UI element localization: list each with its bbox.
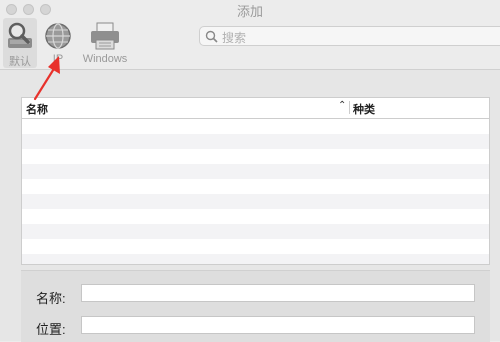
printer-form: 名称: 位置: [21,270,490,342]
printer-table[interactable]: 名称 ⌃ 种类 [21,97,490,265]
table-row[interactable] [22,179,489,194]
toolbar-item-label: 默认 [9,56,31,68]
name-label: 名称: [36,291,66,306]
table-row[interactable] [22,164,489,179]
globe-icon [45,23,71,49]
table-row[interactable] [22,239,489,254]
table-header: 名称 ⌃ 种类 [22,98,489,119]
toolbar-windows-button[interactable]: Windows [80,18,130,68]
toolbar-ip-button[interactable]: IP [40,18,76,68]
table-row[interactable] [22,119,489,134]
toolbar-item-label: Windows [82,53,128,65]
toolbar-item-label: IP [52,53,64,65]
search-placeholder: 搜索 [222,31,247,45]
table-row[interactable] [22,254,489,264]
table-row[interactable] [22,209,489,224]
table-row[interactable] [22,149,489,164]
magnifier-icon [8,22,32,48]
table-row[interactable] [22,224,489,239]
table-row[interactable] [22,194,489,209]
table-rows [22,119,489,264]
column-divider[interactable] [349,101,350,114]
title-bar: 添加 [0,0,500,19]
printer-icon [91,22,119,50]
toolbar-default-button[interactable]: 默认 [3,18,37,68]
search-input[interactable]: 搜索 [199,26,500,46]
sort-ascending-icon[interactable]: ⌃ [338,100,346,111]
location-label: 位置: [36,322,66,337]
search-icon [205,30,218,43]
name-field[interactable] [81,284,475,302]
column-header-name[interactable]: 名称 [26,101,48,117]
table-row[interactable] [22,134,489,149]
location-field[interactable] [81,316,475,334]
column-header-kind[interactable]: 种类 [353,101,375,117]
